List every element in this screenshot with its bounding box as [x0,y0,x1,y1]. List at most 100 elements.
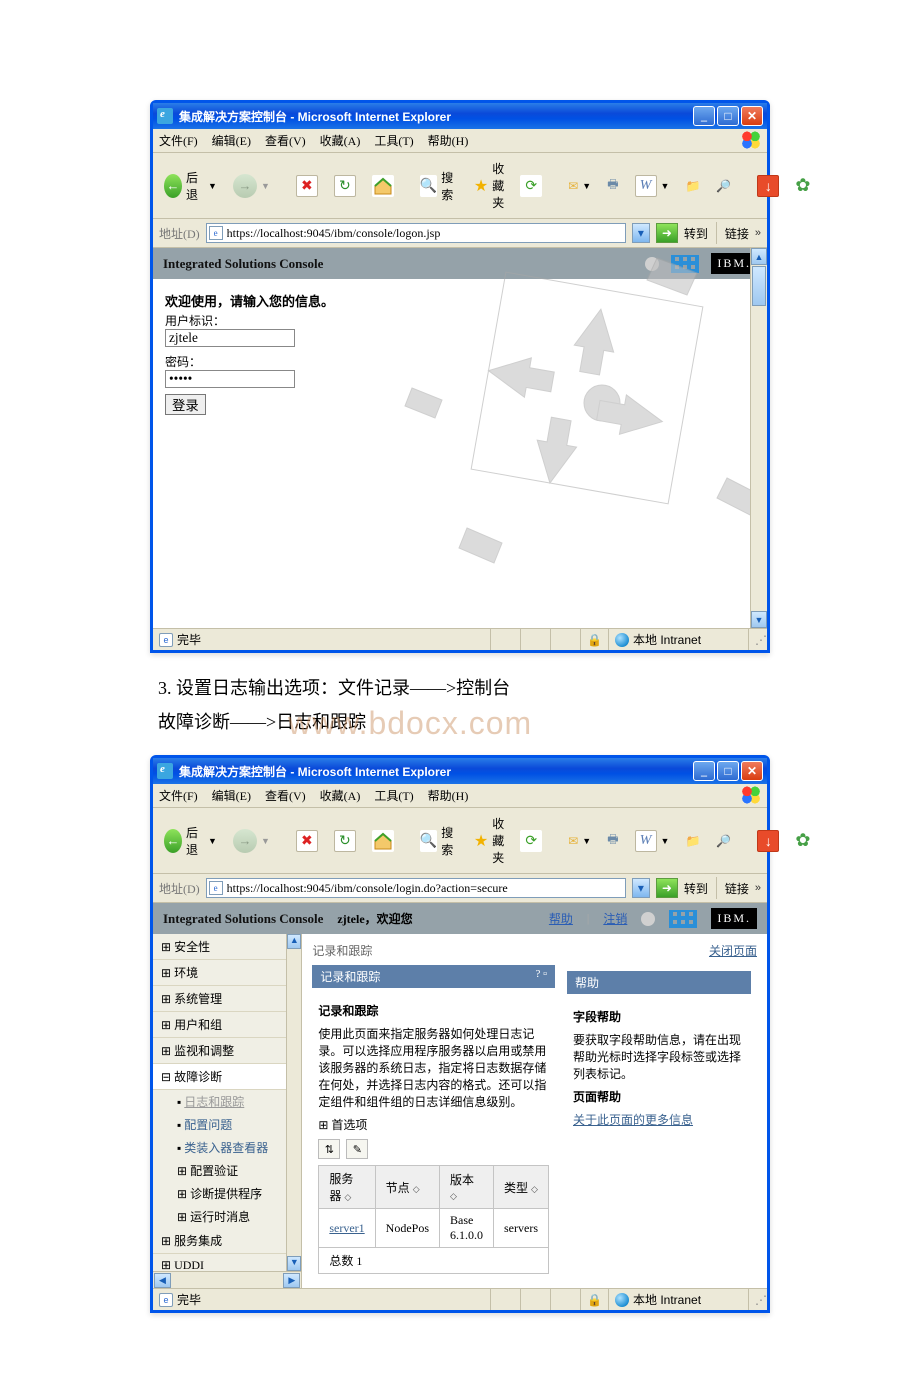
user-input[interactable] [165,329,295,347]
titlebar[interactable]: 集成解决方案控制台 - Microsoft Internet Explorer … [153,103,767,129]
menu-favorites[interactable]: 收藏(A) [320,132,361,149]
scroll-up-button[interactable]: ▲ [751,248,767,265]
history-button[interactable]: ⟳ [515,827,547,855]
close-button[interactable]: ✕ [741,106,763,126]
links-label[interactable]: 链接 [725,880,749,897]
go-button[interactable]: ➜ [656,223,678,243]
sidebar-sub-logtrace[interactable]: ▪ 日志和跟踪 [153,1090,301,1113]
minimize-button[interactable]: _ [693,761,715,781]
refresh-button[interactable]: ↻ [329,172,361,200]
address-input[interactable]: e https://localhost:9045/ibm/console/log… [206,878,626,898]
maximize-button[interactable]: □ [717,761,739,781]
edit-button[interactable]: W▼ [630,827,675,855]
menu-file[interactable]: 文件(F) [159,787,198,804]
sidebar-sub-classloader[interactable]: ▪ 类装入器查看器 [153,1136,301,1159]
sidebar-item-environment[interactable]: ⊞ 环境 [153,960,301,986]
sidebar-item-service[interactable]: ⊞ 服务集成 [153,1228,301,1254]
menu-view[interactable]: 查看(V) [265,787,306,804]
sidebar-item-security[interactable]: ⊞ 安全性 [153,934,301,960]
menu-edit[interactable]: 编辑(E) [212,787,251,804]
edit-button[interactable]: W▼ [630,172,675,200]
menu-tools[interactable]: 工具(T) [374,132,413,149]
folder-button[interactable]: 📁 [680,176,705,196]
links-label[interactable]: 链接 [725,225,749,242]
links-expand-icon[interactable]: » [755,882,761,894]
menu-edit[interactable]: 编辑(E) [212,132,251,149]
research-button[interactable]: 🔎 [711,176,736,196]
stop-button[interactable]: ✖ [291,827,323,855]
scroll-right-button[interactable]: ▶ [283,1273,300,1288]
sidebar-scrollbar[interactable]: ▲ ▼ [286,934,301,1271]
go-button[interactable]: ➜ [656,878,678,898]
print-button[interactable]: 🖶 [602,172,623,199]
sidebar-sub-config[interactable]: ▪ 配置问题 [153,1113,301,1136]
refresh-button[interactable]: ↻ [329,827,361,855]
panel-help-icon[interactable]: ? ▫ [535,968,547,980]
sidebar-item-troubleshoot[interactable]: ⊟ 故障诊断 [153,1064,301,1090]
vertical-scrollbar[interactable]: ▲ ▼ [750,248,767,628]
menu-favorites[interactable]: 收藏(A) [320,787,361,804]
sidebar-sub-runtime[interactable]: ⊞ 运行时消息 [153,1205,301,1228]
sidebar-sub-label[interactable]: 类装入器查看器 [184,1141,268,1155]
forward-button[interactable]: →▼ [228,826,275,856]
col-node[interactable]: 节点 ◇ [375,1166,439,1209]
mail-button[interactable]: ✉▼ [563,831,596,851]
page-help-link[interactable]: 关于此页面的更多信息 [573,1113,693,1127]
search-button[interactable]: 🔍搜索 [415,821,463,861]
maximize-button[interactable]: □ [717,106,739,126]
back-button[interactable]: ←后退▼ [159,166,222,206]
sidebar-hscroll[interactable]: ◀ ▶ [153,1271,301,1288]
close-page-link[interactable]: 关闭页面 [709,942,757,959]
favorites-button[interactable]: ★收藏夹 [469,157,509,214]
preferences-toggle[interactable]: ⊞ 首选项 [318,1116,549,1133]
history-button[interactable]: ⟳ [515,172,547,200]
col-type[interactable]: 类型 ◇ [494,1166,549,1209]
menu-file[interactable]: 文件(F) [159,132,198,149]
server-link[interactable]: server1 [329,1221,364,1235]
menu-help[interactable]: 帮助(H) [428,787,469,804]
menu-tools[interactable]: 工具(T) [374,787,413,804]
sidebar-item-users[interactable]: ⊞ 用户和组 [153,1012,301,1038]
back-button[interactable]: ←后退▼ [159,821,222,861]
sidebar-sub-label[interactable]: 日志和跟踪 [184,1095,244,1109]
help-link[interactable]: 帮助 [549,910,573,927]
sidebar-item-sysadmin[interactable]: ⊞ 系统管理 [153,986,301,1012]
messenger-button[interactable]: ✿ [790,827,815,854]
clear-filter-button[interactable]: ✎ [346,1139,368,1159]
stop-button[interactable]: ✖ [291,172,323,200]
titlebar[interactable]: 集成解决方案控制台 - Microsoft Internet Explorer … [153,758,767,784]
address-dropdown-button[interactable]: ▾ [632,223,650,243]
minimize-button[interactable]: _ [693,106,715,126]
print-button[interactable]: 🖶 [602,827,623,854]
research-button[interactable]: 🔎 [711,831,736,851]
messenger-button[interactable]: ✿ [790,172,815,199]
scroll-down-button[interactable]: ▼ [287,1256,301,1271]
filter-button[interactable]: ⇅ [318,1139,340,1159]
extra-button-1[interactable]: ↓ [752,827,784,855]
login-button[interactable]: 登录 [165,394,206,415]
sidebar-sub-label[interactable]: 配置问题 [184,1118,232,1132]
folder-button[interactable]: 📁 [680,831,705,851]
sidebar-sub-diagprov[interactable]: ⊞ 诊断提供程序 [153,1182,301,1205]
menu-view[interactable]: 查看(V) [265,132,306,149]
sidebar-sub-configvalid[interactable]: ⊞ 配置验证 [153,1159,301,1182]
address-input[interactable]: e https://localhost:9045/ibm/console/log… [206,223,626,243]
scroll-left-button[interactable]: ◀ [154,1273,171,1288]
scroll-down-button[interactable]: ▼ [751,611,767,628]
col-version[interactable]: 版本 ◇ [440,1166,494,1209]
mail-button[interactable]: ✉▼ [563,176,596,196]
links-expand-icon[interactable]: » [755,227,761,239]
scroll-thumb[interactable] [752,266,766,306]
forward-button[interactable]: →▼ [228,171,275,201]
password-input[interactable] [165,370,295,388]
address-dropdown-button[interactable]: ▾ [632,878,650,898]
favorites-button[interactable]: ★收藏夹 [469,812,509,869]
menu-help[interactable]: 帮助(H) [428,132,469,149]
extra-button-1[interactable]: ↓ [752,172,784,200]
logout-link[interactable]: 注销 [603,910,627,927]
home-button[interactable] [367,827,399,855]
close-button[interactable]: ✕ [741,761,763,781]
scroll-up-button[interactable]: ▲ [287,934,301,949]
sidebar-item-monitor[interactable]: ⊞ 监视和调整 [153,1038,301,1064]
home-button[interactable] [367,172,399,200]
